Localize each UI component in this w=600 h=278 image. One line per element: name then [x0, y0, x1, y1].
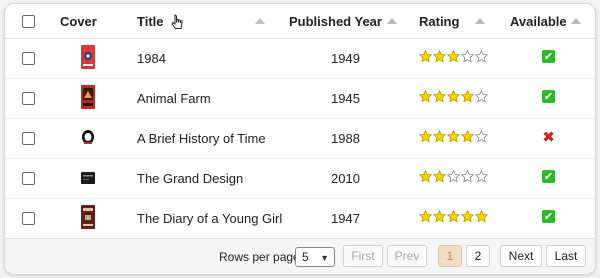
published-year: 1988	[331, 130, 360, 146]
table-row: The Diary of a Young Girl 1947 ✔	[5, 198, 595, 238]
table-row: The Grand Design 2010 ✔	[5, 158, 595, 199]
star-filled-icon	[433, 130, 446, 143]
row-select-checkbox[interactable]	[22, 212, 35, 225]
column-header-available[interactable]: Available	[510, 4, 567, 38]
star-empty-icon	[461, 50, 474, 63]
star-filled-icon	[461, 210, 474, 223]
star-empty-icon	[475, 50, 488, 63]
star-filled-icon	[475, 210, 488, 223]
rows-per-page-label: Rows per page	[219, 250, 300, 264]
sort-published-year-icon[interactable]	[387, 18, 397, 24]
star-filled-icon	[433, 170, 446, 183]
star-filled-icon	[461, 90, 474, 103]
rows-per-page-select[interactable]: 5 ▼	[295, 247, 335, 267]
first-page-button[interactable]: First	[343, 245, 383, 267]
sort-available-icon[interactable]	[571, 18, 581, 24]
row-select-checkbox[interactable]	[22, 92, 35, 105]
table-header: Cover Title Published Year Rating Availa…	[5, 4, 595, 39]
book-title: A Brief History of Time	[137, 130, 266, 146]
prev-page-button[interactable]: Prev	[387, 245, 427, 267]
books-table: Cover Title Published Year Rating Availa…	[4, 3, 596, 275]
available-checkmark-icon: ✔	[542, 50, 555, 63]
column-header-cover-label: Cover	[60, 13, 97, 29]
star-filled-icon	[419, 210, 432, 223]
star-empty-icon	[447, 170, 460, 183]
table-row: A Brief History of Time 1988 ✖	[5, 118, 595, 159]
rating-stars	[419, 210, 488, 225]
star-filled-icon	[433, 50, 446, 63]
pointer-cursor-icon	[171, 14, 183, 29]
rating-stars	[419, 130, 488, 145]
row-select-checkbox[interactable]	[22, 132, 35, 145]
published-year: 2010	[331, 170, 360, 186]
column-header-cover[interactable]: Cover	[60, 4, 97, 38]
star-empty-icon	[475, 130, 488, 143]
star-filled-icon	[447, 90, 460, 103]
book-title: Animal Farm	[137, 90, 211, 106]
book-cover-image	[81, 205, 95, 229]
book-title: The Diary of a Young Girl	[137, 210, 283, 226]
rating-stars	[419, 170, 488, 185]
rating-stars	[419, 50, 488, 65]
table-row: Animal Farm 1945 ✔	[5, 78, 595, 119]
star-filled-icon	[419, 170, 432, 183]
book-title: The Grand Design	[137, 170, 244, 186]
star-filled-icon	[419, 130, 432, 143]
chevron-down-icon: ▼	[320, 253, 329, 263]
star-filled-icon	[433, 210, 446, 223]
column-header-title[interactable]: Title	[137, 4, 164, 38]
next-page-button[interactable]: Next	[500, 245, 542, 267]
available-checkmark-icon: ✔	[542, 90, 555, 103]
star-empty-icon	[475, 170, 488, 183]
column-header-published-year-label: Published Year	[289, 13, 382, 29]
star-filled-icon	[419, 50, 432, 63]
sort-rating-icon[interactable]	[475, 18, 485, 24]
available-checkmark-icon: ✔	[542, 170, 555, 183]
page-2-button[interactable]: 2	[466, 245, 490, 267]
sort-title-icon[interactable]	[255, 18, 265, 24]
unavailable-cross-icon: ✖	[542, 128, 555, 146]
star-filled-icon	[461, 130, 474, 143]
available-checkmark-icon: ✔	[542, 210, 555, 223]
pagination-bar: Rows per page 5 ▼ First Prev 1 2 Next La…	[5, 238, 595, 274]
published-year: 1949	[331, 50, 360, 66]
rating-stars	[419, 90, 488, 105]
star-filled-icon	[433, 90, 446, 103]
page-1-button[interactable]: 1	[438, 245, 462, 267]
column-header-available-label: Available	[510, 13, 567, 29]
rows-per-page-value: 5	[302, 250, 309, 264]
star-filled-icon	[419, 90, 432, 103]
published-year: 1945	[331, 90, 360, 106]
book-cover-image	[81, 125, 95, 149]
last-page-button[interactable]: Last	[546, 245, 586, 267]
select-all-checkbox[interactable]	[22, 15, 35, 28]
column-header-title-label: Title	[137, 13, 164, 29]
star-filled-icon	[447, 50, 460, 63]
book-cover-image	[81, 85, 95, 109]
star-empty-icon	[475, 90, 488, 103]
book-title: 1984	[137, 50, 166, 66]
row-select-checkbox[interactable]	[22, 172, 35, 185]
published-year: 1947	[331, 210, 360, 226]
column-header-rating[interactable]: Rating	[419, 4, 459, 38]
star-empty-icon	[461, 170, 474, 183]
star-filled-icon	[447, 130, 460, 143]
book-cover-image	[81, 45, 95, 69]
table-row: 1984 1949 ✔	[5, 38, 595, 79]
book-cover-image	[81, 172, 95, 184]
column-header-rating-label: Rating	[419, 13, 460, 29]
row-select-checkbox[interactable]	[22, 52, 35, 65]
star-filled-icon	[447, 210, 460, 223]
column-header-published-year[interactable]: Published Year	[289, 4, 382, 38]
